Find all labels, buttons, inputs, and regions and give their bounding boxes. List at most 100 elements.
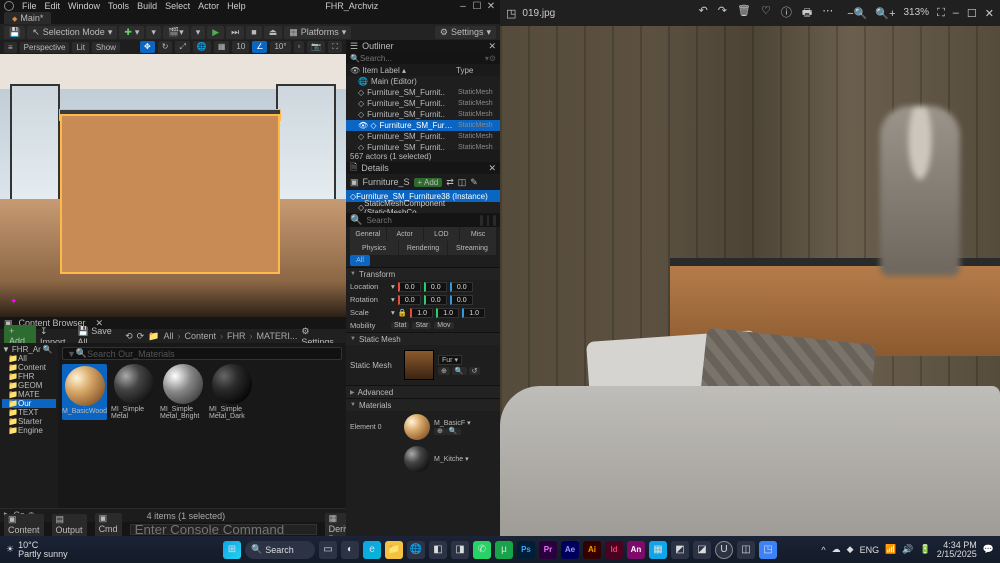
outliner-row[interactable]: ◇Furniture_SM_Furnit..StaticMesh [346,109,500,120]
asset-mi-simple-metal[interactable]: MI_Simple Metal [111,364,156,420]
cat-actor[interactable]: Actor [387,227,423,241]
material-dropdown[interactable]: M_BasicF ▾ [434,420,471,427]
surface-snap[interactable]: ▦ [214,41,230,53]
menu-file[interactable]: File [22,1,37,11]
edit-blueprint-icon[interactable]: ✎ [470,177,478,188]
taskbar-whatsapp[interactable]: ✆ [473,541,491,559]
crumb-all[interactable]: All [163,331,173,341]
taskbar-app[interactable]: ◫ [737,541,755,559]
taskbar-animate[interactable]: An [627,541,645,559]
browse-icon[interactable]: 🔍 [452,367,467,375]
reset-icon[interactable]: ↺ [469,367,481,375]
grid-snap-value[interactable]: 10 [232,41,249,53]
menu-window[interactable]: Window [68,1,100,11]
angle-snap[interactable]: ∠ [252,41,267,53]
stop-button[interactable]: ■ [246,26,261,39]
taskbar-edge[interactable]: e [363,541,381,559]
details-object-name[interactable]: Furniture_S [363,177,410,187]
console-input[interactable] [130,524,317,535]
menu-edit[interactable]: Edit [45,1,61,11]
task-view-button[interactable]: ▭ [319,541,337,559]
taskbar-app[interactable]: ◨ [451,541,469,559]
cat-lod[interactable]: LOD [424,227,460,241]
tree-geom[interactable]: 📁GEOM [2,381,56,390]
chevron-down-icon[interactable]: ▾ [391,282,395,291]
mobility-static[interactable]: Stat [391,322,409,329]
eye-column-icon[interactable]: 👁 [350,66,360,75]
outliner-search-input[interactable] [360,54,485,63]
crumb-materi[interactable]: MATERI... [256,331,297,341]
transform-tool-move[interactable]: ✥ [140,41,155,53]
material-thumbnail[interactable] [404,446,430,472]
viewer-maximize[interactable]: ☐ [967,7,977,20]
chevron-down-icon[interactable]: ▾ [391,295,395,304]
material-dropdown[interactable]: M_Kitche ▾ [434,455,469,463]
rot-y[interactable]: 0.0 [424,295,447,305]
taskbar-app[interactable]: ◩ [671,541,689,559]
gear-icon[interactable]: ⚙ [489,54,496,63]
viewer-minimize[interactable]: – [953,7,959,20]
cat-general[interactable]: General [350,227,386,241]
tree-text[interactable]: 📁TEXT [2,408,56,417]
taskbar-explorer[interactable]: 📁 [385,541,403,559]
ue-maximize-button[interactable]: ☐ [472,1,482,12]
camera-speed[interactable]: 📷 [307,41,325,53]
details-component-row[interactable]: ◇ StaticMeshComponent (StaticMeshCo [346,202,500,213]
start-button[interactable]: ⊞ [223,541,241,559]
tray-cloud-icon[interactable]: ☁ [832,544,841,555]
cat-physics[interactable]: Physics [350,241,398,255]
menu-build[interactable]: Build [137,1,157,11]
platforms-dropdown[interactable]: ▦ Platforms▾ [284,26,351,39]
zoom-in-icon[interactable]: 🔍+ [875,7,895,20]
scl-y[interactable]: 1.0 [436,308,459,318]
taskbar-premiere[interactable]: Pr [539,541,557,559]
print-icon[interactable]: 🖶 [802,4,812,23]
mobility-stationary[interactable]: Star [412,322,431,329]
outliner-row[interactable]: ◇Furniture_SM_Furnit..StaticMesh [346,131,500,142]
save-button[interactable]: 💾 [4,26,25,39]
crumb-fhr[interactable]: FHR [227,331,246,341]
ue-close-button[interactable]: ✕ [486,1,496,12]
tree-engine[interactable]: 📁Engine [2,426,56,435]
rot-z[interactable]: 0.0 [450,295,473,305]
weather-widget[interactable]: 10°C Partly sunny [18,541,68,559]
outliner-row[interactable]: ◇Furniture_SM_Furnit..StaticMesh [346,87,500,98]
tray-volume-icon[interactable]: 🔊 [902,544,913,555]
tree-mate[interactable]: 📁MATE [2,390,56,399]
tree-starter[interactable]: 📁Starter [2,417,56,426]
cat-all[interactable]: All [350,255,370,266]
lock-icon[interactable]: 🔒 [398,308,407,317]
info-icon[interactable]: ⓘ [781,4,792,23]
scale-snap[interactable]: ▫ [294,41,305,53]
outliner-col-type[interactable]: Type [456,66,496,75]
chevron-down-icon[interactable]: ▾ [391,308,395,317]
tray-clock[interactable]: 4:34 PM 2/15/2025 [937,541,977,559]
skip-button[interactable]: ⏭ [226,26,244,39]
rotate-left-icon[interactable]: ↶ [699,4,708,23]
rot-x[interactable]: 0.0 [398,295,421,305]
tray-notifications-icon[interactable]: 💬 [983,544,994,555]
tree-fhr[interactable]: 📁FHR [2,372,56,381]
outliner-tab[interactable]: ☰ Outliner ✕ [346,40,500,52]
loc-z[interactable]: 0.0 [450,282,473,292]
outliner-col-label[interactable]: Item Label ▴ [360,66,456,75]
play-button[interactable]: ▶ [207,26,224,39]
loc-y[interactable]: 0.0 [424,282,447,292]
ue-minimize-button[interactable]: – [458,1,468,12]
settings-dropdown[interactable]: ⚙ Settings▾ [435,26,496,39]
zoom-out-icon[interactable]: −🔍 [847,7,867,20]
taskbar-app[interactable]: ◪ [693,541,711,559]
taskbar-utorrent[interactable]: μ [495,541,513,559]
tray-wifi-icon[interactable]: 📶 [885,544,896,555]
details-search-input[interactable] [366,216,476,225]
weather-icon[interactable]: ☀ [6,544,14,555]
fullscreen-icon[interactable]: ⛶ [937,7,945,20]
cat-rendering[interactable]: Rendering [399,241,447,255]
viewport-lit[interactable]: Lit [72,42,88,53]
crumb-content[interactable]: Content [184,331,216,341]
coord-space-toggle[interactable]: 🌐 [193,41,211,53]
more-icon[interactable]: ⋯ [822,4,833,23]
material-thumbnail[interactable] [404,414,430,440]
viewport-perspective[interactable]: Perspective [20,42,70,53]
taskbar-app[interactable]: ▦ [649,541,667,559]
